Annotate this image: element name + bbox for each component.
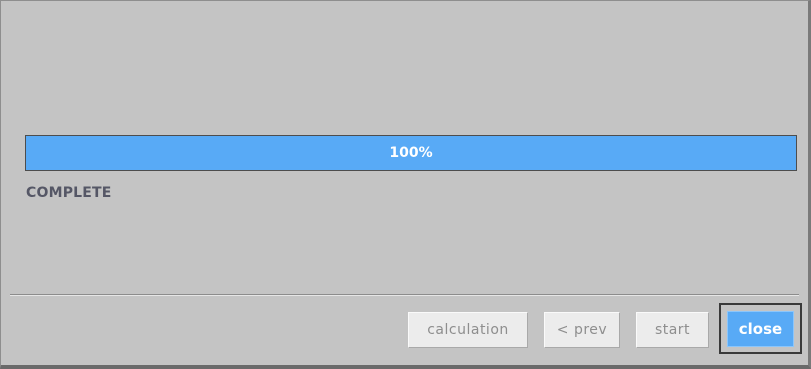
close-button[interactable]: close — [727, 311, 794, 347]
progress-dialog: 100% COMPLETE calculation < prev start c… — [0, 0, 811, 369]
status-label: COMPLETE — [26, 185, 112, 201]
prev-button[interactable]: < prev — [544, 312, 620, 348]
progress-bar: 100% — [25, 135, 797, 171]
start-button[interactable]: start — [636, 312, 709, 348]
calculation-button[interactable]: calculation — [408, 312, 528, 348]
progress-percent-label: 100% — [389, 145, 433, 161]
footer-divider — [10, 294, 799, 296]
